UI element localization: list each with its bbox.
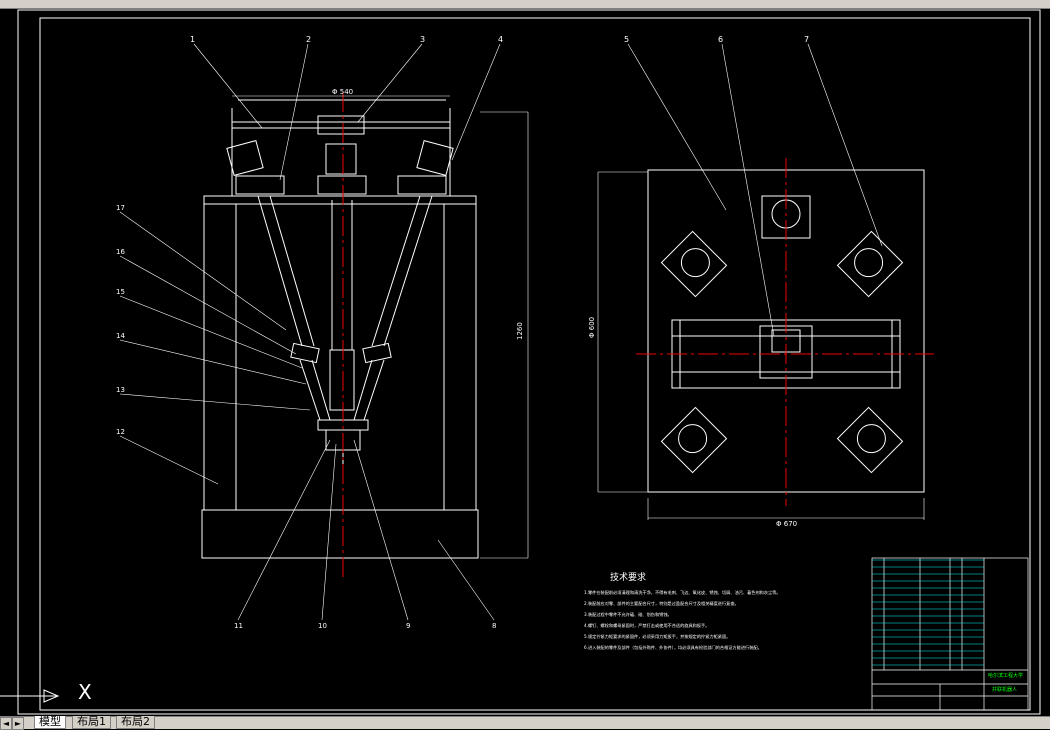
note-line: 3.装配过程中零件不允许磕、碰、划伤和锈蚀。: [584, 611, 672, 618]
title-block-school: 哈尔滨工程大学: [988, 672, 1023, 679]
tab-scroll-right-icon[interactable]: ►: [12, 717, 24, 730]
dimension-label: Φ 600: [588, 317, 596, 338]
callout-label: 14: [116, 332, 125, 340]
callout-label: 4: [498, 35, 503, 44]
sheet-outer-border: [17, 9, 1041, 715]
notes-title: 技术要求: [610, 571, 646, 583]
callout-label: 3: [420, 35, 425, 44]
callout-label: 15: [116, 288, 125, 296]
front-view: [201, 92, 529, 578]
callout-label: 13: [116, 386, 125, 394]
note-line: 1.零件在装配前必须清理和清洗干净，不得有毛刺、飞边、氧化皮、锈蚀、切屑、油污、…: [584, 589, 781, 596]
title-block-grid: [872, 559, 984, 666]
callout-label: 7: [804, 35, 809, 44]
tab-model[interactable]: 模型: [34, 716, 66, 729]
note-line: 6.进入装配的零件及部件（包括外购件、外协件），均必须具有检验部门的合格证方能进…: [584, 644, 762, 651]
ucs-x-label: X: [78, 680, 92, 704]
callout-label: 8: [492, 622, 496, 630]
callout-label: 5: [624, 35, 629, 44]
callout-label: 10: [318, 622, 327, 630]
tab-scroll-left-icon[interactable]: ◄: [0, 717, 12, 730]
tab-layout1[interactable]: 布局1: [72, 716, 111, 729]
callout-label: 17: [116, 204, 125, 212]
callout-label: 6: [718, 35, 723, 44]
layers-icon[interactable]: [950, 0, 960, 7]
note-line: 2.装配前应对零、部件的主要配合尺寸，特别是过盈配合尺寸及相关精度进行复查。: [584, 600, 739, 607]
callout-numbers: 1 2 3 4 5 6 717161514131211 10 9 8Φ 5401260 Φ 600Φ…: [116, 35, 1023, 693]
callout-label: 2: [306, 35, 311, 44]
dimension-label: Φ 540: [332, 88, 353, 96]
dimension-label: Φ 670: [776, 520, 797, 528]
new-icon[interactable]: [10, 0, 20, 7]
technical-requirements: 技术要求 1.零件在装配前必须清理和清洗干净，不得有毛刺、飞边、氧化皮、锈蚀、切屑…: [584, 571, 781, 651]
undo-icon[interactable]: [520, 0, 530, 7]
callout-label: 9: [406, 622, 410, 630]
note-line: 5.规定拧紧力矩要求的紧固件，必须采用力矩扳手，并按规定的拧紧力矩紧固。: [584, 633, 730, 640]
callout-label: 1: [190, 35, 195, 44]
layout-tab-bar: ◄ ► 模型 布局1 布局2: [0, 716, 1050, 730]
callout-label: 12: [116, 428, 125, 436]
ucs-icon: [0, 689, 60, 703]
top-view: [597, 158, 934, 520]
callout-label: 11: [234, 622, 243, 630]
callout-leaders: [119, 43, 883, 621]
print-icon[interactable]: [420, 0, 430, 7]
drawing-canvas[interactable]: 技术要求 1.零件在装配前必须清理和清洗干净，不得有毛刺、飞边、氧化皮、锈蚀、切屑…: [0, 8, 1050, 718]
callout-label: 16: [116, 248, 125, 256]
sheet-inner-border: [39, 17, 1031, 711]
dimension-label: 1260: [516, 322, 524, 340]
open-icon[interactable]: [120, 0, 130, 7]
tab-layout2[interactable]: 布局2: [116, 716, 155, 729]
save-icon[interactable]: [300, 0, 310, 7]
zoom-icon[interactable]: [600, 0, 610, 7]
note-line: 4.螺钉、螺栓和螺母紧固时，严禁打击或使用不合适的旋具和扳手。: [584, 622, 709, 629]
title-block-drawing-title: 并联机器人: [992, 686, 1017, 693]
